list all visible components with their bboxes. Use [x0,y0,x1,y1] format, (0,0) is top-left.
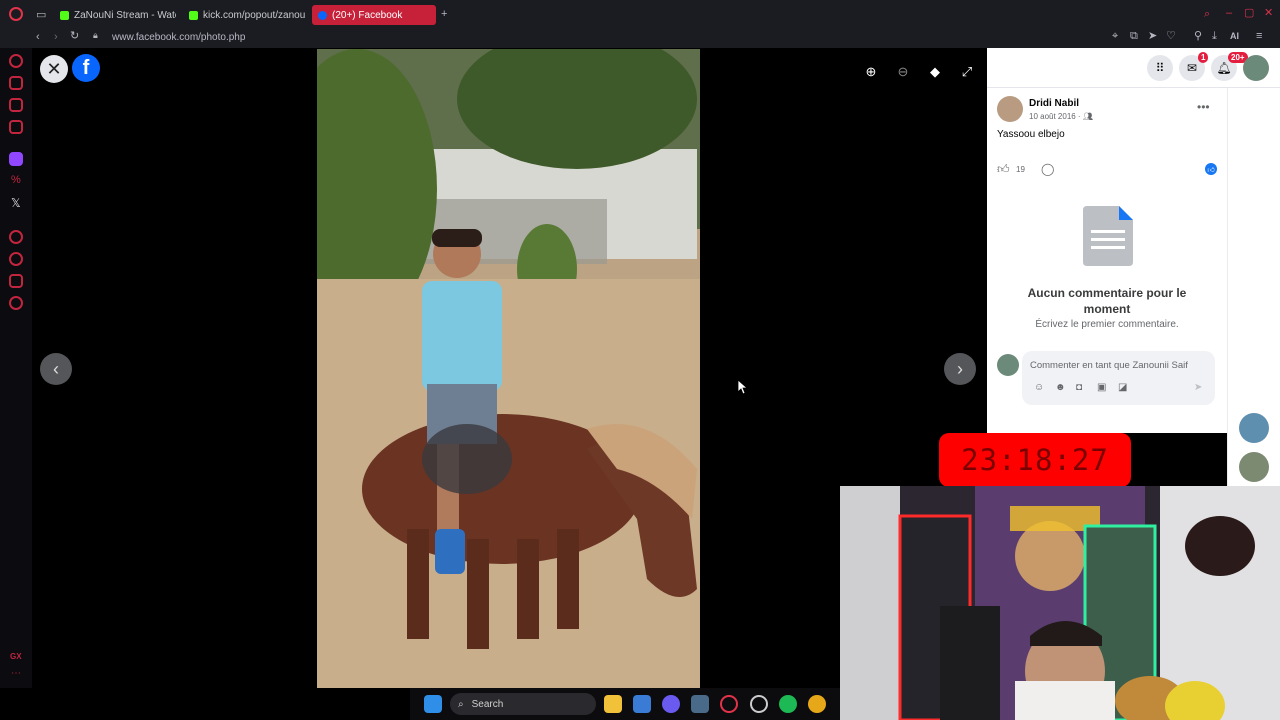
no-comments-title: Aucun commentaire pour le moment [1027,286,1187,316]
like-count: 19 [1016,165,1025,174]
facebook-favicon-icon [318,10,327,20]
gx-label: GX [10,652,22,661]
workspaces-icon[interactable]: ▭ [36,10,46,21]
next-photo-button[interactable]: › [944,353,976,385]
browser-tab-bar: ▭ ZaNouNi Stream - Watch L kick.com/popo… [0,0,1280,28]
news-icon[interactable] [9,120,23,134]
author-avatar[interactable] [997,96,1023,122]
windows-start-icon[interactable] [424,695,442,713]
heart-icon[interactable]: ♡ [1166,31,1176,42]
forward-icon[interactable]: › [54,32,58,43]
comment-icon[interactable]: ◯ [1041,162,1054,176]
reaction-like-icon[interactable]: 👍︎ [1205,163,1217,175]
x-twitter-icon[interactable]: 𝕏 [11,196,21,210]
chrome-icon[interactable] [808,695,826,713]
contact-avatar[interactable] [1239,413,1269,443]
commenter-avatar [997,354,1019,376]
account-avatar[interactable] [1243,55,1269,81]
webcam-overlay [840,486,1280,720]
minimize-icon[interactable]: – [1226,8,1232,19]
tab-zanouni-stream[interactable]: ZaNouNi Stream - Watch L [54,5,176,25]
like-icon[interactable]: 👍︎ [997,162,1010,177]
photo-illustration [317,49,700,688]
fullscreen-icon[interactable]: ⤢ [956,61,978,83]
file-explorer-icon[interactable] [604,695,622,713]
post-date-text: 10 août 2016 · [1029,112,1083,121]
no-comments-subtitle: Écrivez le premier commentaire. [1035,319,1179,330]
tab-label: (20+) Facebook [332,9,403,21]
mouse-cursor-icon [738,380,748,394]
tab-label: kick.com/popout/zanouni/ [203,9,305,21]
close-window-icon[interactable]: ✕ [1264,8,1273,19]
pin-icon[interactable]: ⌖ [1112,31,1118,42]
snapshot-icon[interactable]: ⧉ [1130,31,1138,42]
comment-input[interactable]: Commenter en tant que Zanounii Saif [1030,360,1188,371]
post-details-panel: Dridi Nabil 10 août 2016 · 👥︎ ••• Yassoo… [987,88,1227,433]
twitch-icon[interactable] [9,152,23,166]
taskbar-search-label: Search [471,698,504,710]
opera-sidebar: % 𝕏 GX ⋯ [0,48,32,688]
contact-avatar[interactable] [1239,452,1269,482]
contacts-strip [1227,88,1280,486]
new-tab-icon[interactable]: + [441,9,447,20]
more-options-icon[interactable]: ••• [1197,100,1210,114]
gx-control-icon[interactable] [9,54,23,68]
previous-photo-button[interactable]: ‹ [40,353,72,385]
tab-label: ZaNouNi Stream - Watch L [74,9,176,21]
url-field[interactable]: www.facebook.com/photo.php [112,32,245,43]
comment-box[interactable]: Commenter en tant que Zanounii Saif ☺ ☻ … [1022,351,1215,405]
send-comment-icon[interactable]: ➤ [1194,382,1202,393]
emoji-icon[interactable]: ☻ [1055,382,1066,393]
copilot-icon[interactable] [662,695,680,713]
tab-facebook[interactable]: (20+) Facebook [312,5,436,25]
author-name[interactable]: Dridi Nabil [1029,98,1079,109]
percent-icon[interactable]: % [11,174,21,186]
tag-icon[interactable]: ◆ [924,61,946,83]
menu-icon[interactable]: ≡ [1256,31,1262,42]
zoom-out-icon[interactable]: ⊖ [892,61,914,83]
aria-ai-button[interactable]: AI [1230,32,1239,41]
store-icon[interactable] [633,695,651,713]
post-date[interactable]: 10 août 2016 · 👥︎ [1029,112,1093,121]
extensions-sidebar-icon[interactable] [9,274,23,288]
avatar-sticker-icon[interactable]: ☺ [1034,382,1044,393]
tab-kick-popout[interactable]: kick.com/popout/zanouni/ [183,5,305,25]
history-icon[interactable] [9,252,23,266]
kick-favicon-icon [189,10,198,20]
stream-timer: 23:18:27 [939,433,1131,487]
spotify-icon[interactable] [779,695,797,713]
opera-taskbar-icon[interactable] [720,695,738,713]
bag-icon[interactable] [9,76,23,90]
post-photo [317,49,700,688]
sticker-icon[interactable]: ◪ [1118,382,1127,393]
friends-icon: 👥︎ [1082,112,1093,121]
empty-comments-document-icon [1083,206,1133,266]
chat-icon[interactable] [9,98,23,112]
more-icon[interactable]: ⋯ [11,668,21,679]
calculator-icon[interactable] [691,695,709,713]
lock-icon: 🔒︎ [93,30,98,40]
settings-icon[interactable] [9,296,23,310]
send-icon[interactable]: ➤ [1148,31,1157,42]
player-icon[interactable] [9,230,23,244]
maximize-icon[interactable]: ▢ [1244,8,1254,19]
taskbar-search[interactable]: ⌕ Search [450,693,596,715]
back-icon[interactable]: ‹ [36,32,40,43]
webcam-feed-image [840,486,1280,720]
facebook-logo-icon[interactable]: f [72,54,100,82]
search-tabs-icon[interactable]: ⌕ [1204,9,1210,20]
search-icon: ⌕ [458,698,464,710]
reload-icon[interactable]: ↻ [70,31,79,42]
camera-icon[interactable]: ◘ [1076,382,1082,393]
extensions-icon[interactable]: ⚲ [1194,31,1202,42]
download-icon[interactable]: ⤓ [1212,31,1217,42]
menu-grid-icon[interactable]: ⠿ [1147,55,1173,81]
zoom-in-icon[interactable]: ⊕ [860,61,882,83]
opera-gx-taskbar-icon[interactable] [750,695,768,713]
kick-favicon-icon [60,10,69,20]
close-viewer-button[interactable]: ✕ [40,55,68,83]
opera-logo-icon[interactable] [9,7,23,21]
gif-icon[interactable]: ▣ [1097,382,1106,393]
post-caption: Yassoou elbejo [997,129,1065,140]
